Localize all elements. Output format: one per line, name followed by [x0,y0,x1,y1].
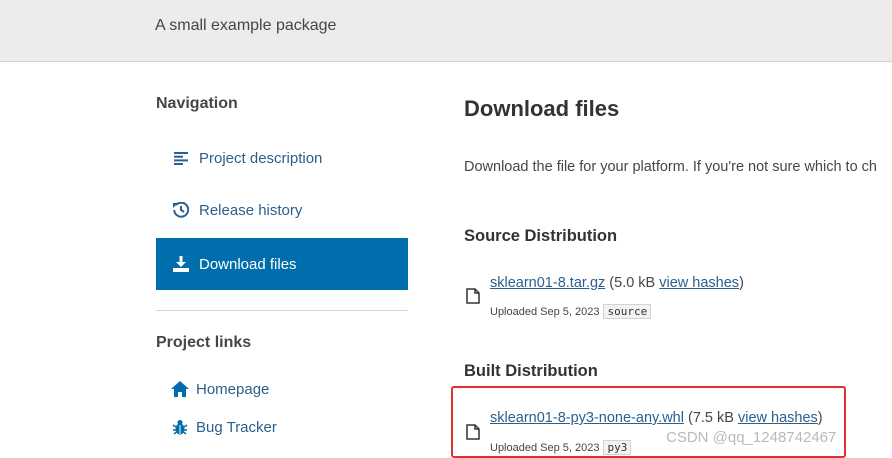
bug-icon [171,418,189,436]
source-file-size: (5.0 kB [609,275,656,291]
source-close-paren: ) [739,275,744,291]
highlight-annotation-box [451,386,846,458]
nav-item-label: Release history [199,201,303,219]
source-view-hashes-link[interactable]: view hashes [659,275,739,291]
sidebar-divider [156,310,408,311]
file-icon [466,288,480,304]
nav-item-project-description[interactable]: Project description [156,132,408,184]
source-upload-date: Uploaded Sep 5, 2023 [490,305,600,318]
source-file-line: sklearn01-8.tar.gz (5.0 kB view hashes) [490,275,744,291]
nav-item-download-files[interactable]: Download files [156,238,408,290]
homepage-link-label: Homepage [196,380,270,398]
package-summary-banner: A small example package [0,0,892,62]
align-left-icon [172,149,190,167]
page-title: Download files [464,96,620,121]
download-description: Download the file for your platform. If … [464,159,877,175]
watermark: CSDN @qq_1248742467 [666,429,837,446]
source-upload-info: Uploaded Sep 5, 2023 source [490,304,652,319]
navigation-heading: Navigation [156,95,238,112]
source-file-link[interactable]: sklearn01-8.tar.gz [490,275,605,291]
nav-item-release-history[interactable]: Release history [156,184,408,236]
nav-item-label: Project description [199,149,323,167]
built-distribution-heading: Built Distribution [464,362,598,380]
source-tag: source [603,304,652,319]
home-icon [171,380,189,398]
nav-item-label: Download files [199,255,297,273]
source-distribution-heading: Source Distribution [464,227,618,245]
bug-tracker-link[interactable]: Bug Tracker [171,418,277,436]
package-summary: A small example package [155,17,337,34]
homepage-link[interactable]: Homepage [171,380,269,398]
bug-tracker-link-label: Bug Tracker [196,418,277,436]
project-links-heading: Project links [156,334,252,351]
download-icon [172,255,190,273]
history-icon [172,201,190,219]
